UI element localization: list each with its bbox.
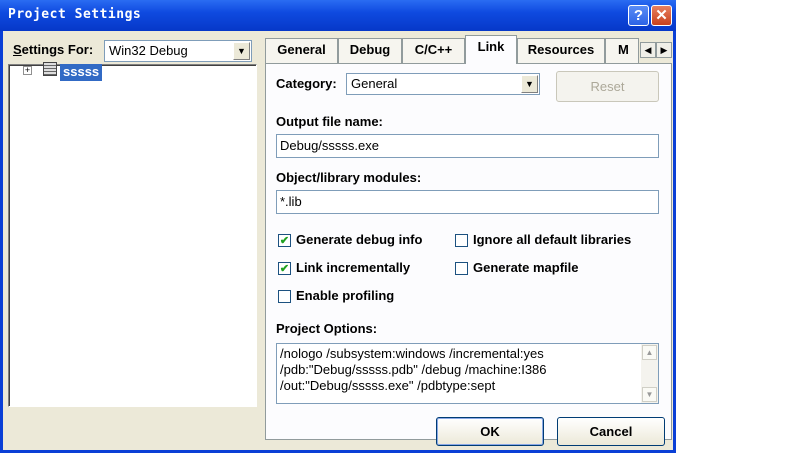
tab-scroll-left-icon[interactable]: ◀	[640, 42, 656, 58]
generate-debug-info-checkbox[interactable]: ✔	[278, 234, 291, 247]
ignore-default-libraries-label[interactable]: Ignore all default libraries	[473, 232, 631, 247]
generate-mapfile-checkbox[interactable]	[455, 262, 468, 275]
tab-scroll-right-icon[interactable]: ▶	[656, 42, 672, 58]
tab-resources[interactable]: Resources	[517, 38, 605, 63]
object-library-modules-input[interactable]: *.lib	[276, 190, 659, 214]
tab-debug[interactable]: Debug	[338, 38, 402, 63]
tab-cpp[interactable]: C/C++	[402, 38, 465, 63]
tab-more[interactable]: M	[605, 38, 639, 63]
dialog-client-area: Settings For: Win32 Debug ▼ + sssss Gene…	[3, 31, 673, 450]
help-button[interactable]: ?	[628, 5, 649, 26]
vertical-scrollbar[interactable]: ▲ ▼	[641, 344, 658, 403]
chevron-down-icon[interactable]: ▼	[521, 75, 538, 93]
enable-profiling-checkbox[interactable]	[278, 290, 291, 303]
ok-button[interactable]: OK	[436, 417, 544, 446]
ignore-default-libraries-checkbox[interactable]	[455, 234, 468, 247]
tree-item-project[interactable]: sssss	[60, 64, 103, 81]
window-title: Project Settings	[8, 7, 142, 22]
cancel-button[interactable]: Cancel	[557, 417, 665, 446]
chevron-down-icon[interactable]: ▼	[233, 42, 250, 60]
output-file-name-label: Output file name:	[276, 114, 383, 129]
settings-for-value: Win32 Debug	[109, 43, 188, 58]
project-options-text: /nologo /subsystem:windows /incremental:…	[280, 346, 547, 393]
tab-general[interactable]: General	[265, 38, 338, 63]
expand-icon[interactable]: +	[23, 66, 32, 75]
project-options-textarea[interactable]: /nologo /subsystem:windows /incremental:…	[276, 343, 659, 404]
category-label: Category:	[276, 76, 337, 91]
object-library-modules-value: *.lib	[280, 194, 302, 209]
title-bar[interactable]: Project Settings ? ✕	[0, 0, 676, 31]
link-incrementally-checkbox[interactable]: ✔	[278, 262, 291, 275]
scroll-down-icon[interactable]: ▼	[642, 387, 657, 402]
settings-for-label: Settings For:	[13, 42, 94, 57]
output-file-name-value: Debug/sssss.exe	[280, 138, 379, 153]
settings-for-dropdown[interactable]: Win32 Debug ▼	[104, 40, 252, 62]
output-file-name-input[interactable]: Debug/sssss.exe	[276, 134, 659, 158]
generate-debug-info-label[interactable]: Generate debug info	[296, 232, 422, 247]
project-icon	[43, 62, 57, 76]
reset-button[interactable]: Reset	[556, 71, 659, 102]
project-tree[interactable]	[8, 64, 257, 407]
category-value: General	[351, 76, 398, 91]
tab-link[interactable]: Link	[465, 35, 517, 64]
object-library-modules-label: Object/library modules:	[276, 170, 422, 185]
scroll-up-icon[interactable]: ▲	[642, 345, 657, 360]
category-dropdown[interactable]: General ▼	[346, 73, 540, 95]
link-incrementally-label[interactable]: Link incrementally	[296, 260, 410, 275]
close-button[interactable]: ✕	[651, 5, 672, 26]
project-options-label: Project Options:	[276, 321, 378, 336]
enable-profiling-label[interactable]: Enable profiling	[296, 288, 394, 303]
generate-mapfile-label[interactable]: Generate mapfile	[473, 260, 579, 275]
